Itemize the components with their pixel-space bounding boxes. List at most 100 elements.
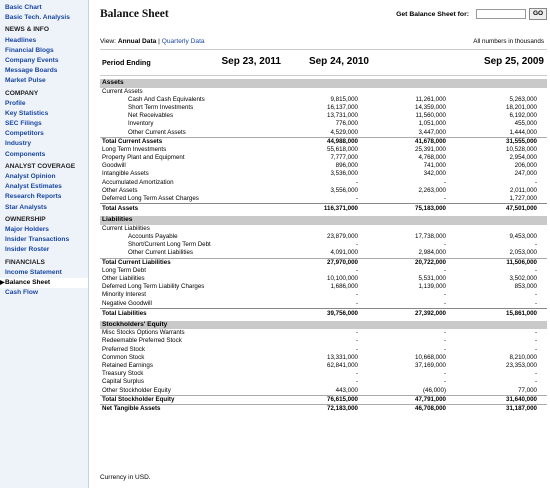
table-row: Misc Stocks Options Warrants - - - bbox=[100, 329, 547, 337]
sidebar-item-industry[interactable]: Industry bbox=[0, 139, 88, 149]
units-note: All numbers in thousands bbox=[473, 38, 544, 45]
table-row: Current Liabilities bbox=[100, 225, 547, 233]
row-value-2: 41,678,000 bbox=[415, 137, 446, 145]
quarterly-data-link[interactable]: Quarterly Data bbox=[162, 38, 205, 45]
row-value-1: - bbox=[355, 337, 358, 345]
row-value-3: - bbox=[534, 291, 537, 299]
row-value-2: 47,791,000 bbox=[415, 395, 446, 403]
sidebar-item-analyst-opinion[interactable]: Analyst Opinion bbox=[0, 172, 88, 182]
row-value-1: 9,815,000 bbox=[330, 95, 358, 103]
row-value-2: - bbox=[443, 195, 446, 203]
row-label: Net Receivables bbox=[128, 112, 174, 120]
table-row: Short/Current Long Term Debt - - - bbox=[100, 241, 547, 249]
row-value-1: 776,000 bbox=[335, 120, 358, 128]
ticker-input[interactable] bbox=[476, 9, 526, 19]
sidebar-section-analyst-coverage: ANALYST COVERAGE bbox=[0, 162, 88, 172]
row-value-3: 2,954,000 bbox=[509, 154, 537, 162]
row-label: Long Term Debt bbox=[102, 266, 146, 274]
table-row: Treasury Stock - - - bbox=[100, 370, 547, 378]
sidebar-item-competitors[interactable]: Competitors bbox=[0, 129, 88, 139]
row-value-3: - bbox=[534, 378, 537, 386]
sidebar-item-components[interactable]: Components bbox=[0, 150, 88, 160]
sidebar-item-label: FINANCIALS bbox=[5, 258, 45, 266]
sidebar-item-profile[interactable]: Profile bbox=[0, 99, 88, 109]
sidebar-item-financial-blogs[interactable]: Financial Blogs bbox=[0, 46, 88, 56]
table-row: Net Tangible Assets 72,183,000 46,708,000 3… bbox=[100, 403, 547, 413]
sidebar-item-label: Key Statistics bbox=[5, 109, 49, 117]
row-value-1: - bbox=[355, 266, 358, 274]
sidebar-item-message-boards[interactable]: Message Boards bbox=[0, 66, 88, 76]
table-row: Accounts Payable 23,879,000 17,738,000 9,45… bbox=[100, 233, 547, 241]
sidebar-section-news-info: NEWS & INFO bbox=[0, 25, 88, 35]
row-value-2: 75,183,000 bbox=[415, 205, 446, 213]
sidebar-item-label: Headlines bbox=[5, 36, 37, 44]
active-arrow-icon: ▶ bbox=[0, 279, 5, 286]
sidebar-item-star-analysts[interactable]: Star Analysts bbox=[0, 203, 88, 213]
sidebar-item-major-holders[interactable]: Major Holders bbox=[0, 225, 88, 235]
table-row: Short Term Investments 16,137,000 14,359,0… bbox=[100, 104, 547, 112]
row-value-2: 25,391,000 bbox=[415, 145, 446, 153]
table-row: Total Stockholder Equity 76,615,000 47,791… bbox=[100, 394, 547, 404]
sidebar-item-label: Research Reports bbox=[5, 193, 62, 201]
row-value-3: 47,501,000 bbox=[506, 205, 537, 213]
row-label: Current Assets bbox=[102, 87, 143, 95]
row-value-3: 247,000 bbox=[514, 170, 537, 178]
table-row: Other Stockholder Equity 443,000 (46,000) 7… bbox=[100, 387, 547, 395]
sidebar-item-cash-flow[interactable]: Cash Flow bbox=[0, 288, 88, 298]
row-value-1: 27,970,000 bbox=[327, 258, 358, 266]
row-label: Negative Goodwill bbox=[102, 299, 152, 307]
sidebar-item-research-reports[interactable]: Research Reports bbox=[0, 192, 88, 202]
sidebar-item-basic-chart[interactable]: Basic Chart bbox=[0, 3, 88, 13]
row-value-2: 17,738,000 bbox=[415, 233, 446, 240]
row-value-1: 39,756,000 bbox=[327, 309, 358, 317]
sidebar-item-analyst-estimates[interactable]: Analyst Estimates bbox=[0, 182, 88, 192]
table-row: Goodwill 896,000 741,000 206,000 bbox=[100, 162, 547, 170]
sidebar-item-label: Basic Chart bbox=[5, 4, 42, 11]
sidebar-item-income-statement[interactable]: Income Statement bbox=[0, 268, 88, 278]
row-label: Stockholders' Equity bbox=[102, 320, 168, 328]
sidebar-item-basic-tech-analysis[interactable]: Basic Tech. Analysis bbox=[0, 13, 88, 23]
sidebar-section-ownership: OWNERSHIP bbox=[0, 215, 88, 225]
row-value-3: 8,210,000 bbox=[509, 353, 537, 361]
sidebar-item-label: Market Pulse bbox=[5, 77, 46, 85]
row-value-3: 2,053,000 bbox=[509, 249, 537, 257]
row-value-2: 11,560,000 bbox=[415, 112, 446, 120]
row-label: Long Term Investments bbox=[102, 145, 167, 153]
table-row: Retained Earnings 62,841,000 37,169,000 23,… bbox=[100, 362, 547, 370]
sidebar-item-sec-filings[interactable]: SEC Filings bbox=[0, 119, 88, 129]
sidebar-item-balance-sheet[interactable]: ▶ Balance Sheet bbox=[0, 277, 88, 289]
row-label: Accounts Payable bbox=[128, 233, 178, 240]
row-value-3: 5,263,000 bbox=[509, 95, 537, 103]
go-button[interactable]: GO bbox=[529, 8, 547, 20]
row-label: Short Term Investments bbox=[128, 103, 194, 111]
sidebar-item-market-pulse[interactable]: Market Pulse bbox=[0, 76, 88, 86]
row-value-3: - bbox=[534, 370, 537, 378]
sidebar-item-headlines[interactable]: Headlines bbox=[0, 36, 88, 46]
sidebar-item-insider-transactions[interactable]: Insider Transactions bbox=[0, 235, 88, 245]
row-value-1: - bbox=[355, 178, 358, 186]
row-value-2: 10,668,000 bbox=[415, 353, 446, 361]
table-row: Total Current Assets 44,988,000 41,678,000… bbox=[100, 136, 547, 146]
sidebar-item-label: OWNERSHIP bbox=[5, 215, 46, 223]
sidebar-item-key-statistics[interactable]: Key Statistics bbox=[0, 109, 88, 119]
row-value-1: 443,000 bbox=[335, 386, 358, 394]
row-label: Other Current Liabilities bbox=[128, 249, 193, 257]
row-value-1: 4,529,000 bbox=[330, 128, 358, 136]
table-row: Redeemable Preferred Stock - - - bbox=[100, 337, 547, 345]
row-value-3: 77,000 bbox=[518, 386, 537, 394]
row-value-1: 76,615,000 bbox=[327, 395, 358, 403]
row-value-3: - bbox=[534, 178, 537, 186]
row-value-3: 206,000 bbox=[514, 162, 537, 170]
table-row: Long Term Investments 55,618,000 25,391,00… bbox=[100, 146, 547, 154]
sidebar-item-label: Analyst Opinion bbox=[5, 173, 56, 180]
sidebar-item-label: Basic Tech. Analysis bbox=[5, 14, 70, 22]
row-label: Minority Interest bbox=[102, 291, 147, 299]
row-label: Cash And Cash Equivalents bbox=[128, 95, 205, 103]
row-value-1: - bbox=[355, 329, 358, 337]
table-row: Common Stock 13,331,000 10,668,000 8,210,00… bbox=[100, 354, 547, 362]
row-value-1: 55,618,000 bbox=[327, 145, 358, 153]
sidebar-item-company-events[interactable]: Company Events bbox=[0, 56, 88, 66]
sidebar-item-insider-roster[interactable]: Insider Roster bbox=[0, 245, 88, 255]
sidebar-item-label: Cash Flow bbox=[5, 289, 38, 297]
sidebar-item-label: Financial Blogs bbox=[5, 46, 54, 54]
